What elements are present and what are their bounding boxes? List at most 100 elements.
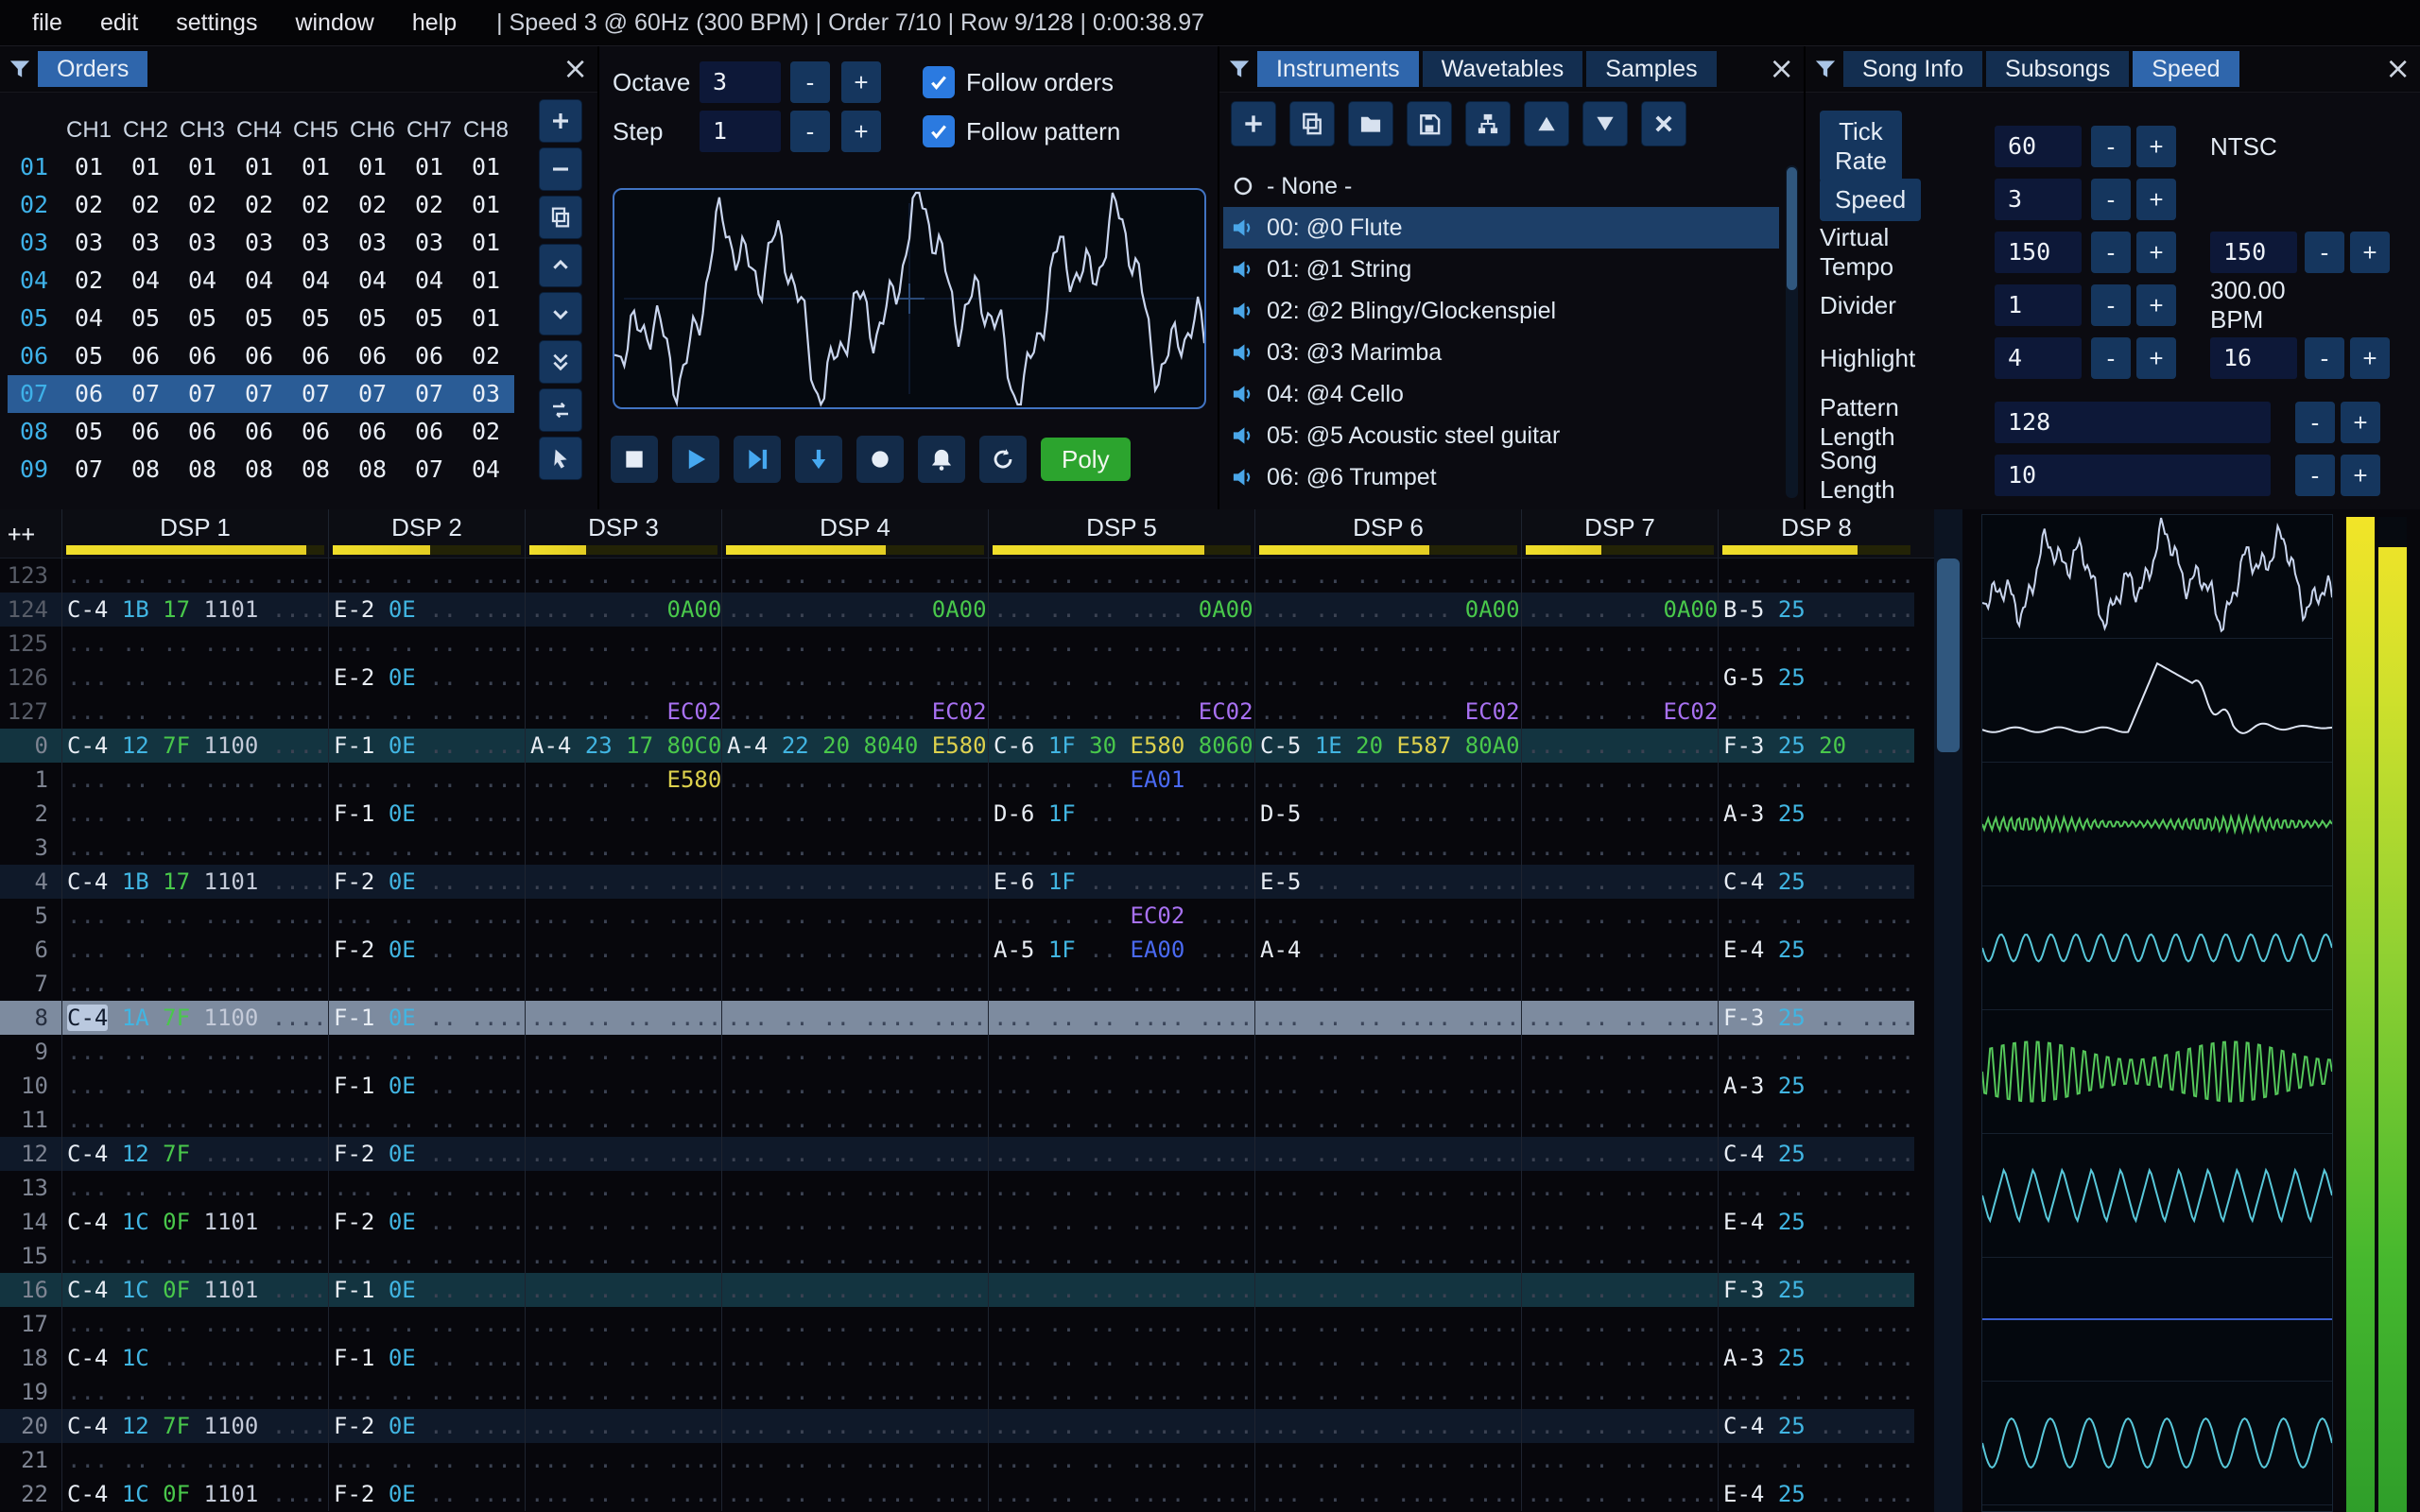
order-cell[interactable]: 06 [344, 337, 401, 375]
menu-edit[interactable]: edit [85, 4, 153, 43]
order-cell[interactable]: 05 [60, 413, 117, 451]
pattern-cell[interactable]: ... .. .. .... [1718, 967, 1914, 1001]
pattern-cell[interactable]: ... .. .. .... .... [1254, 1443, 1521, 1477]
pattern-cell[interactable]: ... .. .. .... .... [721, 763, 988, 797]
pattern-cell[interactable]: ... .. .. .... .... [988, 1375, 1254, 1409]
channel-header[interactable]: DSP 5 [988, 509, 1254, 558]
pattern-cell[interactable]: ... .. .. .... [525, 1409, 721, 1443]
order-cell[interactable]: 04 [287, 262, 344, 300]
highlight-second-input[interactable]: 16 [2210, 337, 2297, 379]
repeat-pattern-button[interactable] [979, 436, 1027, 483]
song-close-button[interactable]: × [2385, 50, 2411, 86]
pattern-cell[interactable]: ... .. .. .... [1521, 831, 1718, 865]
pattern-cell[interactable]: ... .. .. .... .... [1254, 661, 1521, 695]
order-cell[interactable]: 01 [458, 224, 514, 262]
pattern-cell[interactable]: ... .. .. .... [525, 1307, 721, 1341]
order-cell[interactable]: 03 [344, 224, 401, 262]
pattern-cell[interactable]: ... .. .. .... [525, 627, 721, 661]
pattern-cell[interactable]: ... .. .. .... .... [1254, 1103, 1521, 1137]
pattern-cell[interactable]: F-1 0E .. .... [328, 1341, 525, 1375]
pattern-cell[interactable]: ... .. .. .... .... [61, 558, 328, 593]
order-cell[interactable]: 05 [117, 300, 174, 337]
pattern-cell[interactable]: ... .. .. .... .... [61, 661, 328, 695]
order-row-number[interactable]: 04 [8, 262, 60, 300]
metronome-button[interactable] [918, 436, 965, 483]
pattern-cell[interactable]: ... .. .. .... .... [1254, 1477, 1521, 1511]
pattern-cell[interactable]: ... .. .. .... .... [988, 1103, 1254, 1137]
pattern-cell[interactable]: D-6 1F .. .... .... [988, 797, 1254, 831]
pattern-cell[interactable]: ... .. .. .... [1521, 899, 1718, 933]
order-cell[interactable]: 01 [117, 148, 174, 186]
pattern-cell[interactable]: ... .. .. .... [525, 1273, 721, 1307]
order-edit-mode-button[interactable] [539, 437, 582, 480]
pattern-cell[interactable]: ... .. .. .... .... [988, 1409, 1254, 1443]
order-row-number[interactable]: 02 [8, 186, 60, 224]
order-cell[interactable]: 01 [231, 148, 287, 186]
pattern-cell[interactable]: ... .. .. .... [525, 1239, 721, 1273]
song-length-input[interactable]: 10 [1995, 455, 2271, 496]
tab-wavetables[interactable]: Wavetables [1422, 51, 1583, 87]
pattern-cell[interactable]: C-4 1C 0F 1101 .... [61, 1477, 328, 1511]
pattern-cell[interactable]: C-4 1C .. .... .... [61, 1341, 328, 1375]
pattern-cell[interactable]: ... .. .. .... [328, 763, 525, 797]
pattern-cell[interactable]: ... .. .. .... .... [988, 661, 1254, 695]
order-cell[interactable]: 03 [60, 224, 117, 262]
pattern-cell[interactable]: ... .. .. .... [525, 1477, 721, 1511]
pattern-cell[interactable]: ... .. .. .... .... [988, 1069, 1254, 1103]
pattern-cell[interactable]: ... .. .. .... [525, 1069, 721, 1103]
pattern-cell[interactable]: ... .. .. .... [1521, 1273, 1718, 1307]
pattern-cell[interactable]: A-4 23 17 80C0 [525, 729, 721, 763]
pattern-cell[interactable]: E-5 .. .. .... .... [1254, 865, 1521, 899]
pattern-cell[interactable]: ... .. .. .... [1521, 797, 1718, 831]
order-cell[interactable]: 06 [401, 413, 458, 451]
pattern-cell[interactable]: ... .. .. .... [525, 1035, 721, 1069]
pattern-cell[interactable]: ... .. .. .... [525, 967, 721, 1001]
pattern-cell[interactable]: ... .. .. .... [525, 899, 721, 933]
order-cell[interactable]: 01 [401, 148, 458, 186]
order-cell[interactable]: 07 [60, 451, 117, 489]
pattern-cell[interactable]: ... .. .. 0A00 [1521, 593, 1718, 627]
pattern-cell[interactable]: F-2 0E .. .... [328, 1137, 525, 1171]
pattern-cell[interactable]: ... .. .. .... [1718, 763, 1914, 797]
pattern-cell[interactable]: ... .. .. .... .... [61, 1035, 328, 1069]
order-cell[interactable]: 04 [401, 262, 458, 300]
order-row-number[interactable]: 01 [8, 148, 60, 186]
pattern-cell[interactable]: ... .. .. .... [328, 1035, 525, 1069]
instrument-item[interactable]: 02: @2 Blingy/Glockenspiel [1223, 290, 1779, 332]
pattern-cell[interactable]: F-2 0E .. .... [328, 1477, 525, 1511]
pattern-cell[interactable]: ... .. .. .... .... [721, 1273, 988, 1307]
octave-increase-button[interactable]: + [841, 61, 881, 103]
pattern-cell[interactable]: ... .. .. .... .... [988, 1205, 1254, 1239]
tick-rate-increase-button[interactable]: + [2136, 126, 2176, 167]
divider-input[interactable]: 1 [1995, 284, 2082, 326]
order-cell[interactable]: 05 [401, 300, 458, 337]
order-cell[interactable]: 06 [117, 413, 174, 451]
pattern-cell[interactable]: ... .. .. EC02 .... [988, 899, 1254, 933]
pattern-cell[interactable]: ... .. .. .... [1521, 558, 1718, 593]
orders-filter-icon[interactable] [8, 57, 32, 81]
pattern-cell[interactable]: ... .. .. .... .... [61, 831, 328, 865]
pattern-cell[interactable]: ... .. .. .... .... [61, 1307, 328, 1341]
order-cell[interactable]: 01 [287, 148, 344, 186]
pattern-cell[interactable]: A-4 22 20 8040 E580 [721, 729, 988, 763]
order-cell[interactable]: 01 [174, 148, 231, 186]
order-row-number[interactable]: 06 [8, 337, 60, 375]
order-cell[interactable]: 06 [287, 337, 344, 375]
pattern-cell[interactable]: C-5 1E 20 E587 80A0 [1254, 729, 1521, 763]
pattern-cell[interactable]: ... .. .. .... .... [1254, 1035, 1521, 1069]
pattern-cell[interactable]: ... .. .. .... [1521, 763, 1718, 797]
pattern-cell[interactable]: ... .. .. .... .... [1254, 1069, 1521, 1103]
pattern-cell[interactable]: ... .. .. .... [328, 1171, 525, 1205]
pattern-scrollbar[interactable] [1934, 509, 1962, 1512]
order-cell[interactable]: 06 [401, 337, 458, 375]
order-cell[interactable]: 03 [117, 224, 174, 262]
pattern-cell[interactable]: C-4 1B 17 1101 .... [61, 593, 328, 627]
pattern-cell[interactable]: ... .. .. .... .... [721, 1205, 988, 1239]
tab-samples[interactable]: Samples [1586, 51, 1717, 87]
tick-rate-input[interactable]: 60 [1995, 126, 2082, 167]
pattern-cell[interactable]: ... .. .. .... .... [721, 1307, 988, 1341]
pattern-cell[interactable]: ... .. .. .... [328, 1443, 525, 1477]
delete-instrument-button[interactable] [1641, 101, 1686, 146]
order-cell[interactable]: 03 [458, 375, 514, 413]
step-decrease-button[interactable]: - [790, 111, 830, 152]
